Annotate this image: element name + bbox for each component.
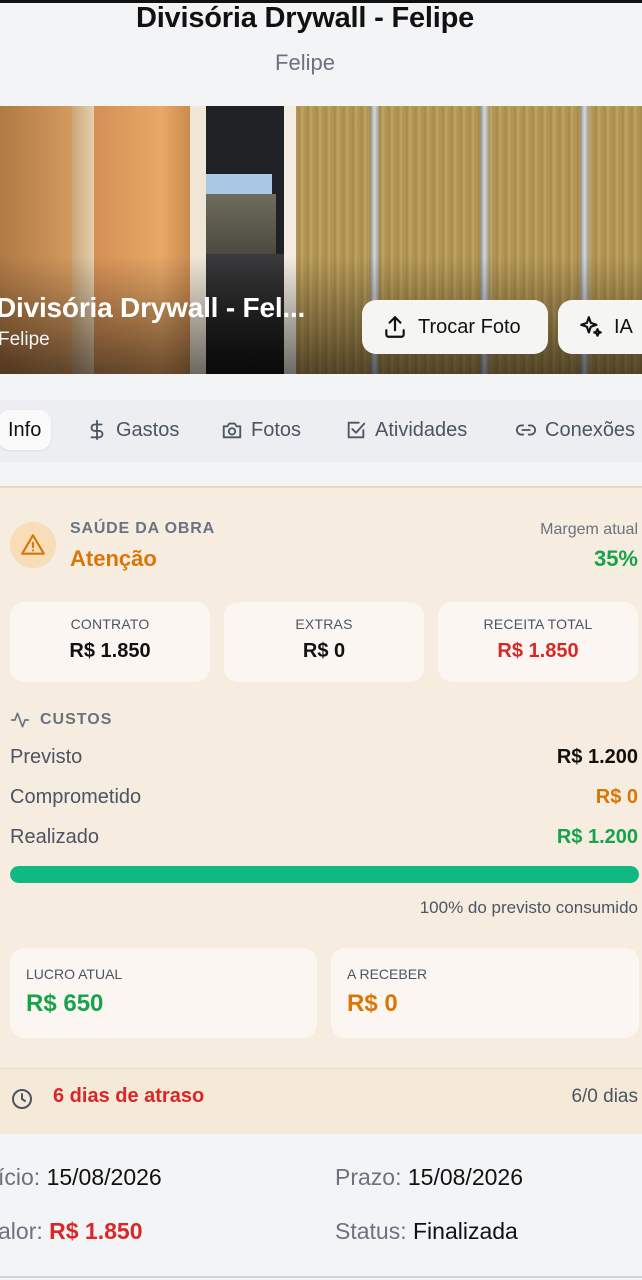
contract-value: R$ 1.850 — [69, 640, 151, 662]
sparkles-icon — [580, 316, 602, 337]
deadline-label: Prazo: — [335, 1164, 402, 1190]
current-profit-value: R$ 650 — [26, 990, 104, 1017]
page-title: Divisória Drywall - Felipe — [135, 2, 475, 34]
total-revenue-card: RECEITA TOTAL R$ 1.850 — [438, 602, 638, 682]
cost-progress-bar — [10, 866, 639, 883]
project-health-card: SAÚDE DA OBRA Atenção Margem atual 35% C… — [0, 486, 642, 1134]
margin-value: 35% — [593, 546, 638, 571]
current-profit-label: LUCRO ATUAL — [26, 966, 123, 982]
consumed-text: 100% do previsto consumido — [419, 898, 638, 917]
clock-icon — [12, 1089, 32, 1109]
project-status: Status: Finalizada — [335, 1218, 518, 1245]
start-date: ício: 15/08/2026 — [0, 1164, 162, 1191]
tab-label: Info — [8, 418, 42, 441]
total-revenue-value: R$ 1.850 — [497, 640, 579, 662]
ai-label: IA — [614, 315, 633, 338]
photo-yard — [206, 194, 276, 254]
warning-icon — [21, 534, 45, 555]
status-label: Status: — [335, 1218, 407, 1244]
tab-conexoes[interactable]: Conexões — [515, 410, 635, 450]
health-label: SAÚDE DA OBRA — [70, 520, 215, 537]
current-profit-card: LUCRO ATUAL R$ 650 — [10, 948, 317, 1038]
project-value-label: alor: — [0, 1218, 43, 1244]
tab-label: Gastos — [116, 418, 180, 441]
hero-subtitle: Felipe — [0, 329, 50, 350]
tab-bar: Info Gastos Fotos Atividades Conexões — [0, 400, 642, 462]
tab-fotos[interactable]: Fotos — [221, 410, 301, 450]
delay-text: 6 dias de atraso — [53, 1085, 205, 1107]
extras-card: EXTRAS R$ 0 — [224, 602, 424, 682]
committed-value: R$ 0 — [595, 786, 638, 808]
change-photo-label: Trocar Foto — [418, 315, 521, 338]
margin-label: Margem atual — [540, 521, 638, 538]
health-status: Atenção — [70, 546, 157, 571]
page-subtitle: Felipe — [275, 50, 335, 75]
extras-value: R$ 0 — [302, 640, 346, 662]
realized-label: Realizado — [10, 826, 99, 848]
ai-button[interactable]: IA — [558, 300, 642, 354]
tab-gastos[interactable]: Gastos — [86, 410, 179, 450]
camera-icon — [222, 422, 242, 439]
committed-label: Comprometido — [10, 786, 142, 808]
tab-label: Fotos — [251, 418, 302, 441]
total-revenue-label: RECEITA TOTAL — [483, 616, 593, 632]
change-photo-button[interactable]: Trocar Foto — [362, 300, 548, 354]
planned-value: R$ 1.200 — [556, 746, 638, 768]
deadline: Prazo: 15/08/2026 — [335, 1164, 523, 1191]
extras-label: EXTRAS — [295, 616, 353, 632]
costs-heading: CUSTOS — [10, 710, 112, 730]
deadline-value: 15/08/2026 — [407, 1164, 523, 1190]
project-value-amount: R$ 1.850 — [49, 1218, 143, 1244]
project-value: alor: R$ 1.850 — [0, 1218, 143, 1245]
receivable-label: A RECEBER — [347, 966, 428, 982]
planned-label: Previsto — [10, 746, 83, 768]
health-badge — [10, 522, 56, 568]
hero-title: Divisória Drywall - Fel... — [0, 292, 306, 323]
delay-banner: 6 dias de atraso 6/0 dias — [0, 1068, 642, 1134]
bottom-divider — [0, 1276, 642, 1278]
upload-icon — [385, 316, 405, 338]
realized-value: R$ 1.200 — [556, 826, 638, 848]
tab-atividades[interactable]: Atividades — [345, 410, 467, 450]
status-value: Finalizada — [413, 1218, 518, 1244]
tab-label: Conexões — [545, 418, 636, 441]
start-date-label: ício: — [0, 1164, 41, 1190]
checkbox-icon — [347, 421, 366, 439]
costs-heading-label: CUSTOS — [40, 711, 113, 728]
contract-card: CONTRATO R$ 1.850 — [10, 602, 210, 682]
delay-days: 6/0 dias — [571, 1086, 638, 1107]
contract-label: CONTRATO — [70, 616, 150, 632]
receivable-card: A RECEBER R$ 0 — [331, 948, 639, 1038]
start-date-value: 15/08/2026 — [46, 1164, 162, 1190]
cost-progress-fill — [10, 866, 639, 883]
tab-info[interactable]: Info — [0, 410, 52, 450]
photo-sky — [206, 174, 272, 194]
tab-label: Atividades — [375, 418, 468, 441]
dollar-icon — [90, 419, 104, 441]
receivable-value: R$ 0 — [347, 990, 398, 1017]
project-photo: Divisória Drywall - Fel... Felipe Trocar… — [0, 106, 642, 374]
link-icon — [515, 424, 537, 436]
project-details: ício: 15/08/2026 Prazo: 15/08/2026 alor:… — [0, 1136, 642, 1280]
activity-icon — [10, 712, 30, 728]
